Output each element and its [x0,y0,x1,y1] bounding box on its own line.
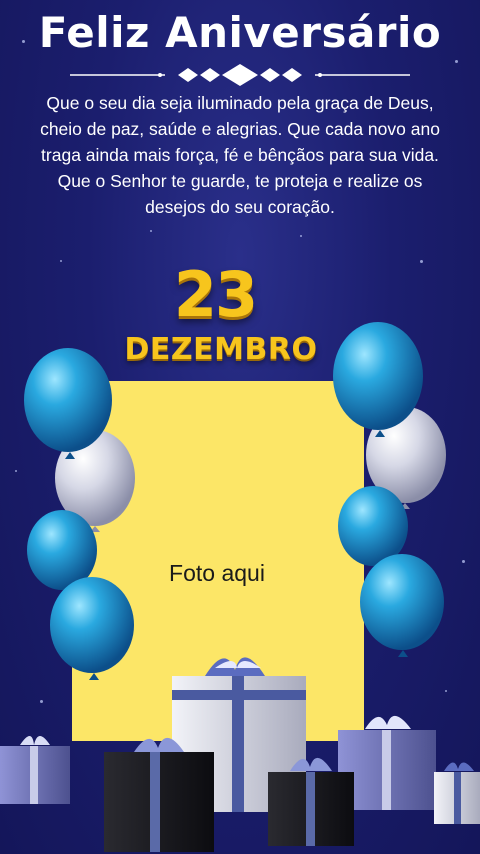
diamond-ornament-icon [70,64,410,86]
photo-placeholder-label: Foto aqui [169,560,265,586]
sparkle [462,560,465,563]
balloon-icon [366,407,446,509]
sparkle [150,230,152,232]
sparkle [445,690,447,692]
gift-box-icon [104,737,214,852]
sparkle [40,700,43,703]
date-month: DEZEMBRO [124,332,318,367]
gift-box-icon [434,762,480,824]
gift-box-icon [268,757,354,846]
balloon-icon [360,554,444,657]
sparkle [300,235,302,237]
card-title: Feliz Aniversário [38,8,442,57]
gift-box-icon [0,736,70,804]
sparkle [455,60,458,63]
sparkle [15,470,17,472]
birthday-card: Feliz Aniversário Que o seu dia seja ilu… [0,0,480,854]
greeting-message: Que o seu dia seja iluminado pela graça … [40,93,440,217]
date-day: 23 [173,258,258,331]
